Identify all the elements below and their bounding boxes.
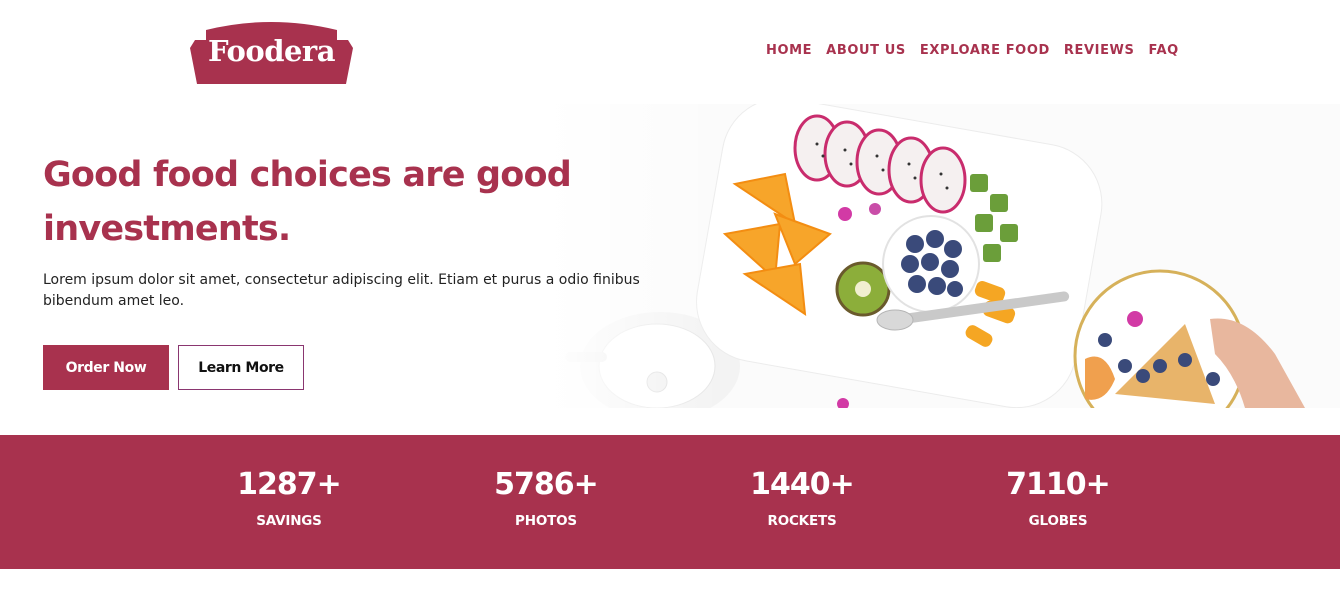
main-nav: HOME ABOUT US EXPLOARE FOOD REVIEWS FAQ: [766, 42, 1179, 60]
stat-value: 1287+: [237, 467, 342, 502]
nav-home[interactable]: HOME: [766, 42, 812, 60]
hero-image: [545, 104, 1340, 408]
stat-value: 1440+: [750, 467, 855, 502]
stat-label: ROCKETS: [767, 513, 837, 529]
nav-reviews[interactable]: REVIEWS: [1064, 42, 1135, 60]
hero-description: Lorem ipsum dolor sit amet, consectetur …: [43, 272, 640, 309]
learn-more-button[interactable]: Learn More: [178, 345, 304, 390]
stat-label: GLOBES: [1028, 513, 1088, 529]
stats-band: 1287+ SAVINGS 5786+ PHOTOS 1440+ ROCKETS…: [0, 435, 1340, 569]
order-now-button[interactable]: Order Now: [43, 345, 169, 390]
stat-label: SAVINGS: [256, 513, 322, 529]
nav-about-us[interactable]: ABOUT US: [826, 42, 906, 60]
hero-title: Good food choices are good investments.: [43, 155, 572, 249]
brand-name: Foodera: [208, 34, 336, 68]
nav-explore-food[interactable]: EXPLOARE FOOD: [920, 42, 1050, 60]
brand-logo[interactable]: Foodera: [190, 18, 353, 86]
nav-faq[interactable]: FAQ: [1148, 42, 1178, 60]
stat-value: 5786+: [494, 467, 599, 502]
stat-label: PHOTOS: [515, 513, 577, 529]
stat-value: 7110+: [1006, 467, 1111, 502]
